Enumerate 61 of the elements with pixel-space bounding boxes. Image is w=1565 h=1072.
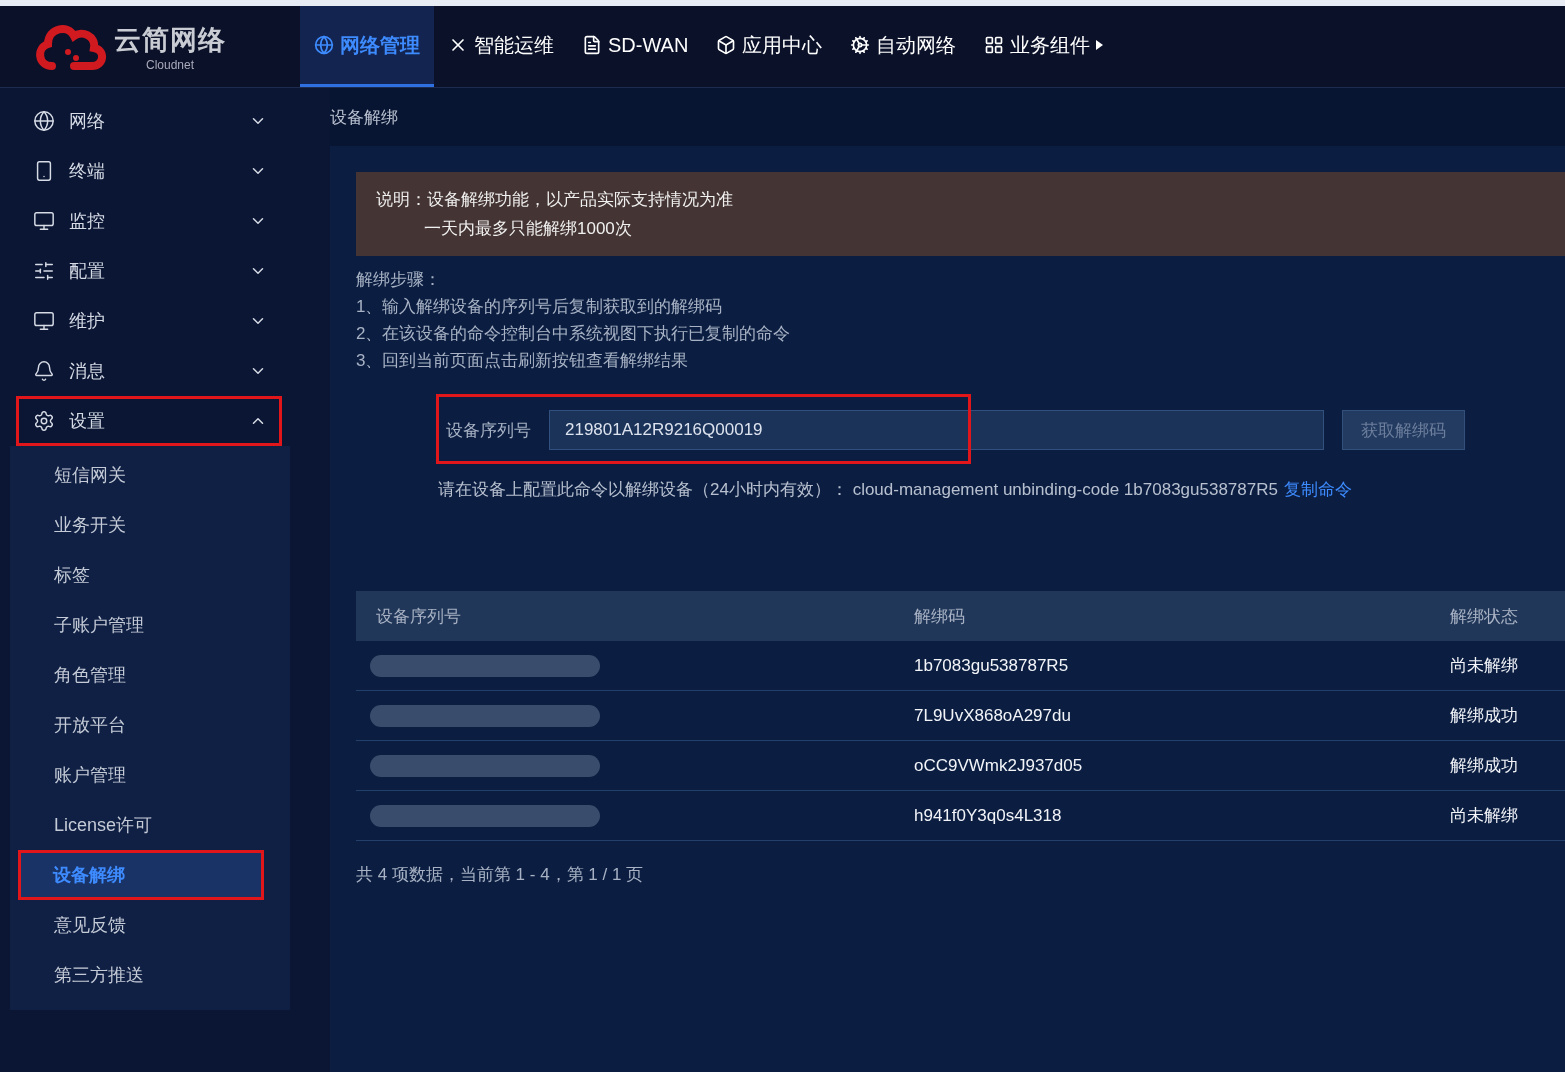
sidebar-item[interactable]: 配置 (16, 246, 282, 296)
table-cell-text: 尚未解绑 (1449, 805, 1519, 827)
nav-tab[interactable]: 网络管理 (300, 6, 434, 87)
sidebar-item[interactable]: 终端 (16, 146, 282, 196)
submenu-item[interactable]: 子账户管理 (10, 600, 290, 650)
nav-tab[interactable]: 智能运维 (434, 6, 568, 87)
caret-icon (1096, 40, 1104, 50)
nav-tab[interactable]: 自动网络 (836, 6, 971, 87)
submenu-item[interactable]: 短信网关 (10, 450, 290, 500)
submenu-item[interactable]: 账户管理 (10, 750, 290, 800)
submenu-item[interactable]: 业务开关 (10, 500, 290, 550)
sidebar-item[interactable]: 维护 (16, 296, 282, 346)
submenu-item[interactable]: 开放平台 (10, 700, 290, 750)
column-header: 设备序列号 (375, 605, 462, 628)
submenu-item[interactable]: 第三方推送 (10, 950, 290, 1000)
table-cell-text: 1b7083gu538787R5 (913, 655, 1070, 676)
sidebar-item[interactable]: 网络 (16, 96, 282, 146)
sidebar-item[interactable]: 监控 (16, 196, 282, 246)
logo-name: 云简网络 (114, 23, 226, 57)
pagination-info: 共 4 项数据，当前第 1 - 4，第 1 / 1 页 (356, 865, 644, 884)
submenu-item[interactable]: 设备解绑 (18, 850, 264, 900)
nav-tab[interactable]: 业务组件 (970, 6, 1118, 87)
table-cell-text: 解绑成功 (1449, 705, 1519, 727)
table-cell-text: oCC9VWmk2J937d05 (913, 755, 1084, 776)
globe-icon (33, 110, 55, 132)
logo-subtitle: Cloudnet (145, 57, 194, 72)
bell-icon (33, 360, 55, 382)
notice-text: 说明：设备解绑功能，以产品实际支持情况为准 (376, 189, 734, 211)
submenu-item[interactable]: License许可 (10, 800, 290, 850)
copy-command-link[interactable]: 复制命令 (1283, 478, 1352, 501)
table-cell-text: h941f0Y3q0s4L318 (913, 805, 1063, 826)
breadcrumb: 设备解绑 (330, 106, 398, 129)
column-header: 解绑码 (913, 605, 966, 628)
table-cell-text: 7L9UvX868oA297du (913, 705, 1072, 726)
gear-icon (850, 35, 871, 55)
settings-icon (33, 410, 55, 432)
nav-tab[interactable]: SD-WAN (568, 6, 703, 87)
field-label: 设备序列号 (446, 419, 531, 442)
submenu-item[interactable]: 标签 (10, 550, 290, 600)
monitor-icon (33, 210, 55, 232)
table-cell-text: 尚未解绑 (1449, 655, 1519, 677)
cube-icon (716, 35, 737, 55)
submenu-item[interactable]: 角色管理 (10, 650, 290, 700)
serial-input-field[interactable]: 219801A12R9216Q00019 (549, 410, 1324, 450)
command-text: 请在设备上配置此命令以解绑设备（24小时内有效）： cloud-management unbinding-code 1b7083gu538787R5 (438, 479, 1278, 501)
steps-title: 解绑步骤： (356, 269, 442, 291)
grid-icon (984, 35, 1005, 55)
step-text: 1、输入解绑设备的序列号后复制获取到的解绑码 (356, 296, 724, 318)
monitor-icon (33, 310, 55, 332)
notice-text: 一天内最多只能解绑1000次 (423, 218, 633, 240)
sidebar-item[interactable]: 设置 (16, 396, 282, 446)
step-text: 2、在该设备的命令控制台中系统视图下执行已复制的命令 (356, 323, 792, 345)
sidebar-item[interactable]: 消息 (16, 346, 282, 396)
step-text: 3、回到当前页面点击刷新按钮查看解绑结果 (356, 350, 690, 372)
submenu-item[interactable]: 意见反馈 (10, 900, 290, 950)
sliders-icon (33, 260, 55, 282)
globe-icon (314, 35, 334, 55)
document-icon (582, 35, 602, 55)
nav-tab[interactable]: 应用中心 (702, 6, 837, 87)
table-cell-text: 解绑成功 (1449, 755, 1519, 777)
column-header: 解绑状态 (1449, 605, 1519, 628)
